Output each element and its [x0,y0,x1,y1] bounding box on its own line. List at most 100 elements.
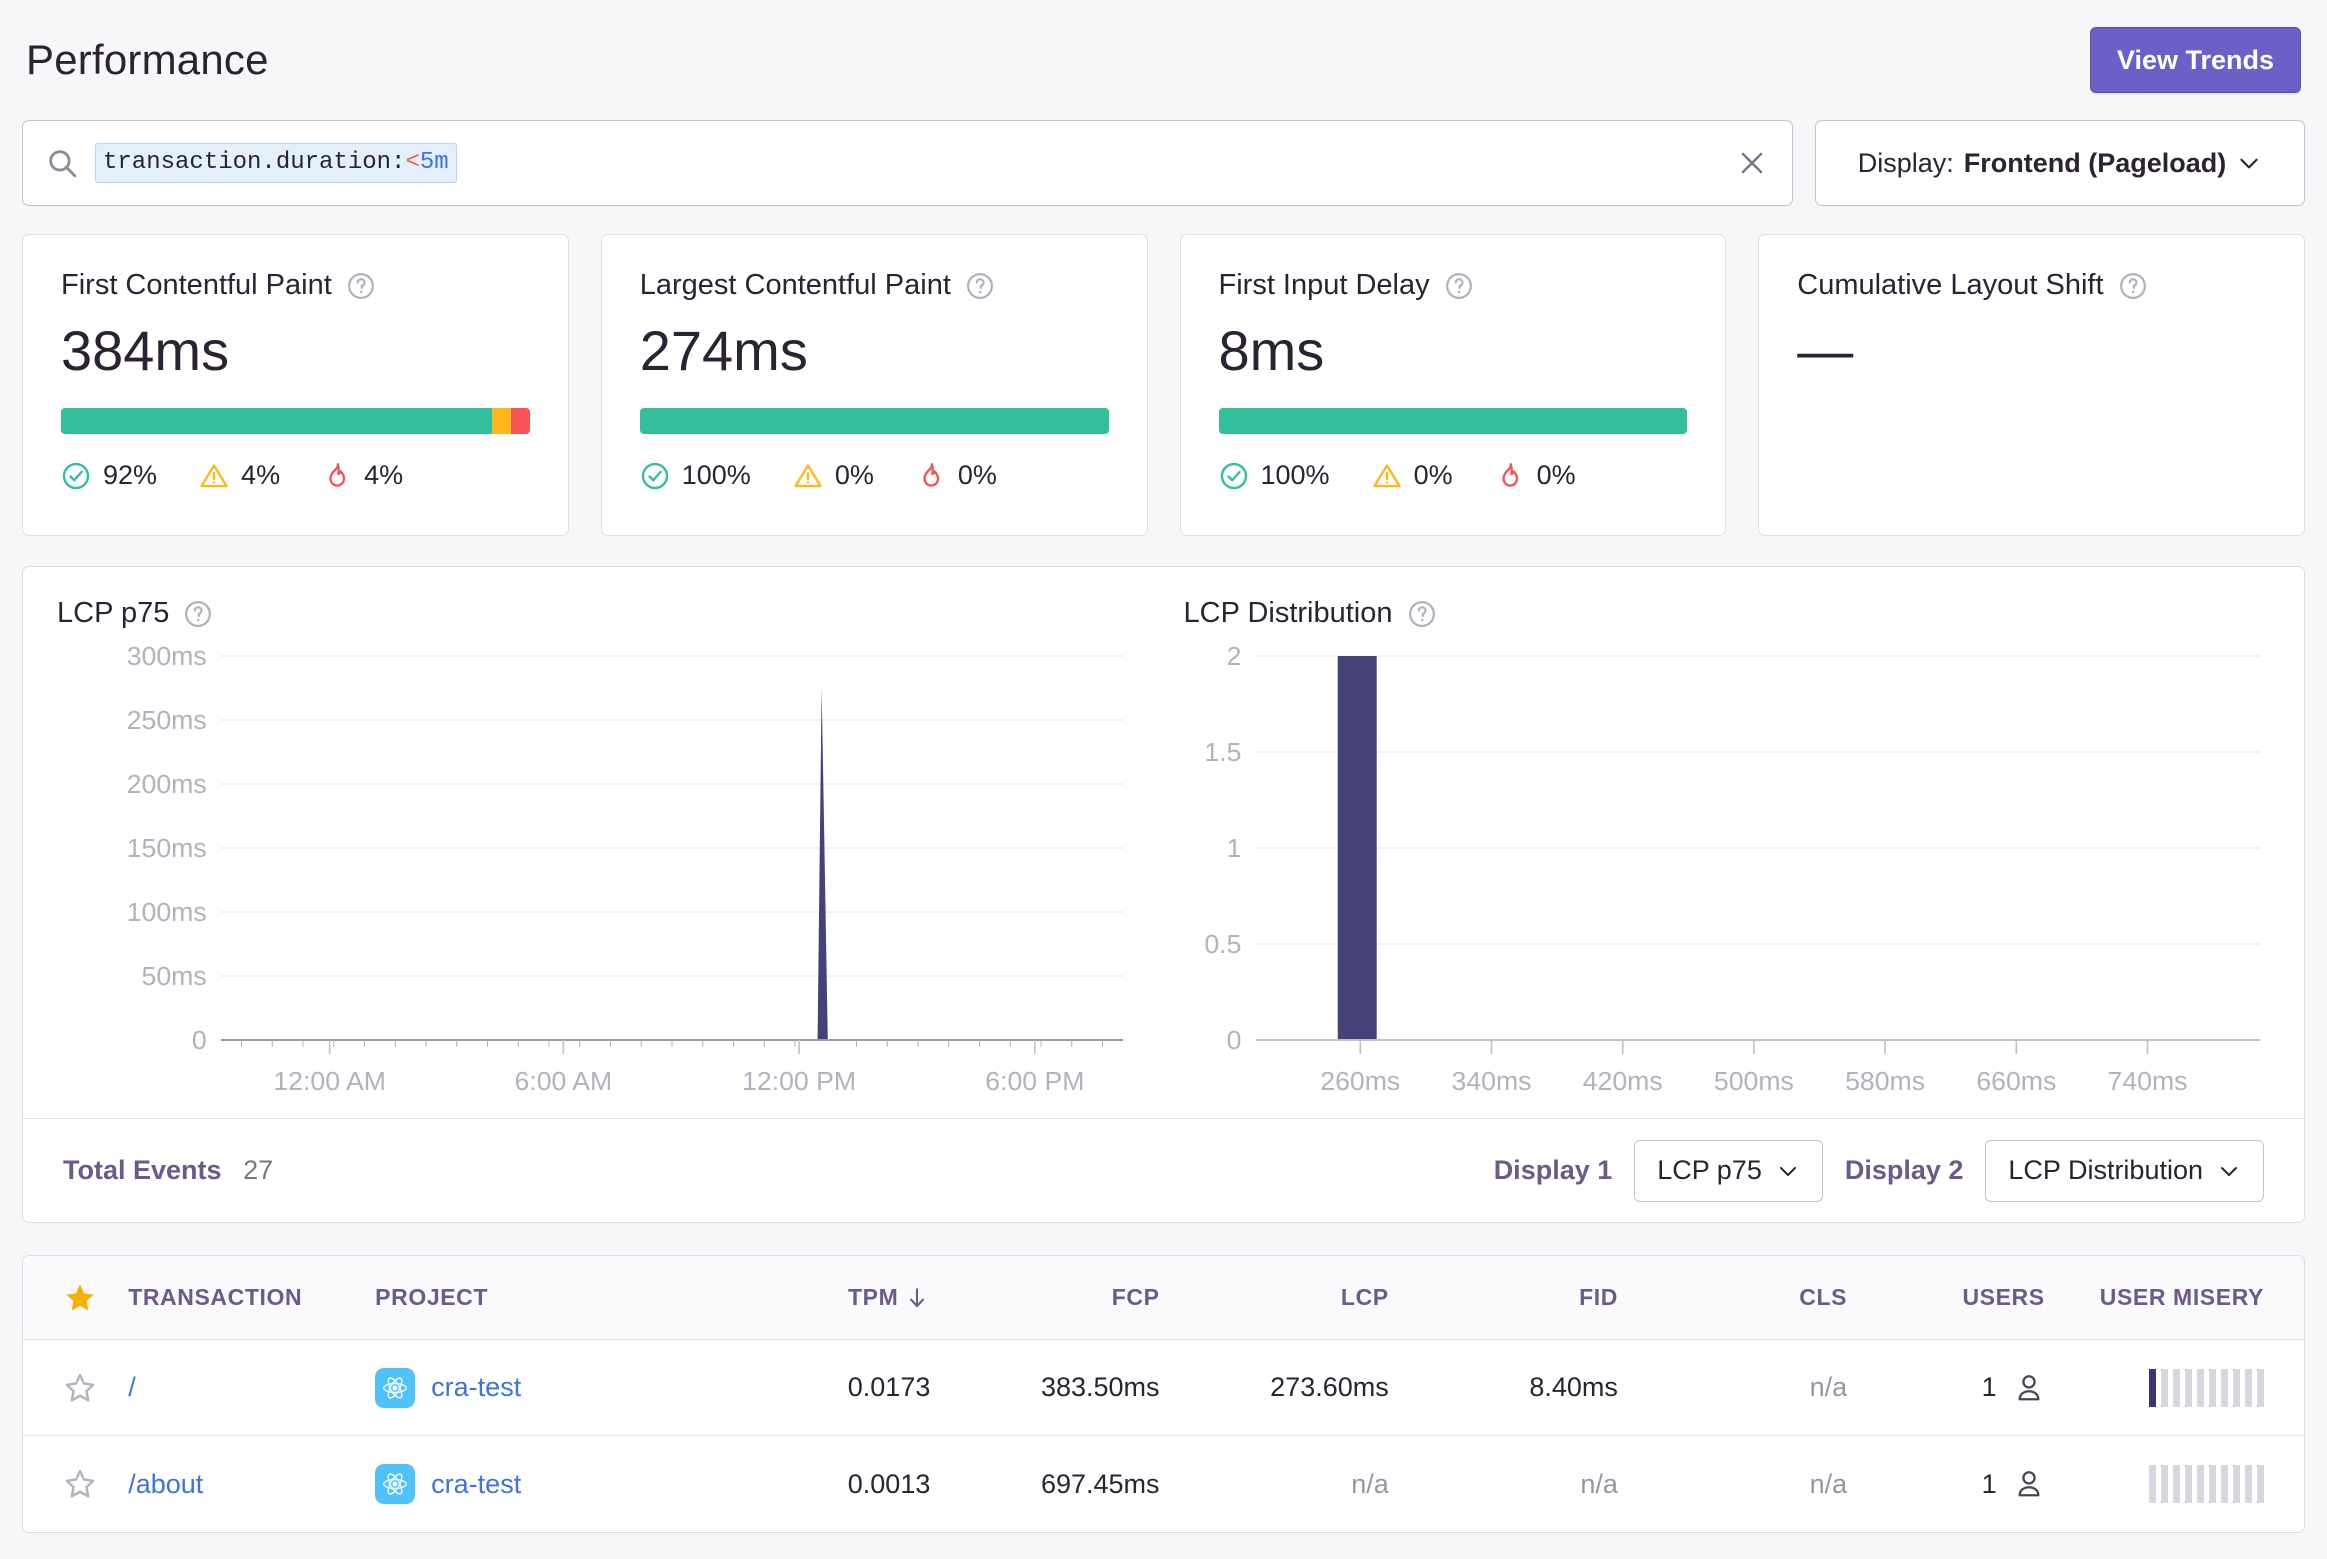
x-tick-3: 6:00 PM [985,1066,1084,1096]
chevron-down-icon [1779,1166,1796,1176]
display2-label: Display 2 [1844,1155,1964,1185]
question-circle-icon[interactable] [346,271,376,301]
star-outline-icon[interactable] [63,1467,97,1501]
x-tick-5: 660ms [1976,1066,2056,1096]
y-tick-200: 200ms [127,769,207,799]
display2-dropdown[interactable]: LCP Distribution [1985,1139,2264,1202]
vital-card-lcp: Largest Contentful Paint 274ms 100% 0% 0… [600,234,1148,536]
y-tick-0: 0 [1226,1025,1241,1055]
misery-bar [2233,1465,2240,1503]
column-header-transaction[interactable]: TRANSACTION [128,1284,375,1311]
question-circle-icon[interactable] [1444,271,1474,301]
question-circle-icon[interactable] [2118,271,2148,301]
lcp-distribution-bar-chart[interactable]: 2 1.5 1 0.5 0 260ms 340ms 420ms 500ms 58… [1184,640,2271,1110]
star-filled-icon[interactable] [63,1281,97,1315]
column-header-tpm-label: TPM [848,1284,899,1310]
display-filter-dropdown[interactable]: Display: Frontend (Pageload) [1815,120,2305,206]
project-link[interactable]: cra-test [431,1469,521,1500]
row-lcp-cell: n/a [1351,1468,1389,1499]
column-header-users[interactable]: USERS [1847,1284,2045,1311]
row-tpm-cell: 0.0173 [847,1372,931,1402]
column-header-user-misery[interactable]: USER MISERY [2045,1284,2264,1311]
row-user-misery-cell [2045,1368,2264,1407]
view-trends-button[interactable]: View Trends [2089,27,2301,93]
search-input[interactable]: transaction.duration:<5m [22,120,1793,206]
fire-icon [1501,462,1518,487]
row-lcp-cell: 273.60ms [1270,1372,1389,1402]
row-fcp-cell: 697.45ms [1040,1468,1160,1499]
misery-bar [2149,1465,2156,1503]
star-column-header [63,1281,128,1315]
question-circle-icon[interactable] [1407,599,1437,629]
column-header-cls[interactable]: CLS [1618,1284,1847,1311]
y-tick-2: 2 [1226,641,1241,671]
vital-stat-good: 92% [61,460,157,491]
vital-stat-good: 100% [1219,460,1330,491]
vital-card-cls: Cumulative Layout Shift — [1758,234,2305,536]
vital-title: First Input Delay [1218,269,1430,301]
misery-bar [2161,1465,2168,1503]
x-tick-0: 260ms [1320,1066,1400,1096]
table-row[interactable]: /about cra-test 0.0013 697.45ms n/a n/a … [23,1436,2304,1532]
chevron-down-icon [2221,1166,2237,1176]
vital-stat-good: 100% [640,460,751,491]
x-axis-major-ticks [328,1040,1036,1054]
row-fcp-cell: 383.50ms [1040,1372,1160,1402]
vital-title: Cumulative Layout Shift [1797,269,2104,301]
vital-stat-good-value: 100% [1260,460,1330,490]
column-header-fid[interactable]: FID [1389,1284,1618,1311]
vital-card-fid: First Input Delay 8ms 100% 0% 0% [1179,234,1727,536]
column-header-project[interactable]: PROJECT [375,1284,701,1311]
page-header: Performance View Trends [22,0,2305,120]
vital-header: First Input Delay [1219,269,1688,302]
display1-dropdown[interactable]: LCP p75 [1634,1139,1823,1202]
x-axis-major-ticks [1358,1040,2148,1054]
charts-footer: Total Events 27 Display 1 LCP p75 Displa… [23,1118,2304,1222]
user-icon [2018,1374,2040,1400]
y-gridlines [1255,655,2260,945]
row-fid-cell: 8.40ms [1529,1372,1618,1402]
vital-title: First Contentful Paint [61,269,332,301]
vital-stat-poor: 0% [1495,460,1576,491]
transaction-link[interactable]: / [128,1372,136,1403]
vital-stat-poor-value: 0% [1536,460,1576,490]
arrow-down-icon [910,1287,925,1307]
user-misery-bars [2149,1368,2264,1407]
y-tick-1: 1 [1226,833,1241,863]
search-query-token: transaction.duration:<5m [95,143,457,183]
column-header-fcp[interactable]: FCP [930,1284,1159,1311]
vital-distribution-bar [639,408,1109,434]
chart-lcp-distribution: LCP Distribution 2 1.5 1 0.5 0 260ms 340… [1144,597,2271,1110]
misery-bar [2197,1465,2204,1503]
row-cls-cell: n/a [1809,1468,1848,1499]
misery-bar [2173,1368,2180,1407]
vital-card-fcp: First Contentful Paint 384ms 92% 4% 4% [22,234,569,536]
row-tpm-cell: 0.0013 [847,1468,931,1499]
lcp-p75-line-chart[interactable]: 300ms 250ms 200ms 150ms 100ms 50ms 0 12:… [57,640,1144,1110]
transaction-link[interactable]: /about [128,1469,203,1500]
column-header-lcp[interactable]: LCP [1160,1284,1389,1311]
vital-bar-meh [492,408,511,434]
vital-stat-meh-value: 4% [241,460,281,490]
react-logo-icon [375,1367,416,1408]
close-icon[interactable] [1734,145,1770,181]
vital-stat-meh-value: 0% [834,460,874,490]
question-circle-icon[interactable] [183,599,213,629]
row-users-cell: 1 [1847,1372,2045,1404]
star-outline-icon[interactable] [63,1371,97,1405]
display1-value: LCP p75 [1657,1155,1762,1185]
page-title: Performance [26,36,269,83]
row-project-cell: cra-test [375,1464,701,1504]
user-misery-bars [2149,1465,2264,1503]
column-header-tpm[interactable]: TPM [701,1284,930,1311]
chart-lcp-p75: LCP p75 300ms 250ms 200ms 150ms 100ms 50… [57,597,1144,1110]
y-tick-100: 100ms [127,897,207,927]
project-link[interactable]: cra-test [431,1372,521,1403]
fire-icon [923,462,940,487]
vital-stats: 100% 0% 0% [640,460,1109,491]
question-circle-icon[interactable] [965,271,995,301]
x-tick-6: 740ms [2107,1066,2187,1096]
x-tick-1: 6:00 AM [514,1066,612,1096]
vital-header: First Contentful Paint [61,269,530,302]
table-row[interactable]: / cra-test 0.0173 383.50ms 273.60ms 8.40… [23,1340,2304,1436]
